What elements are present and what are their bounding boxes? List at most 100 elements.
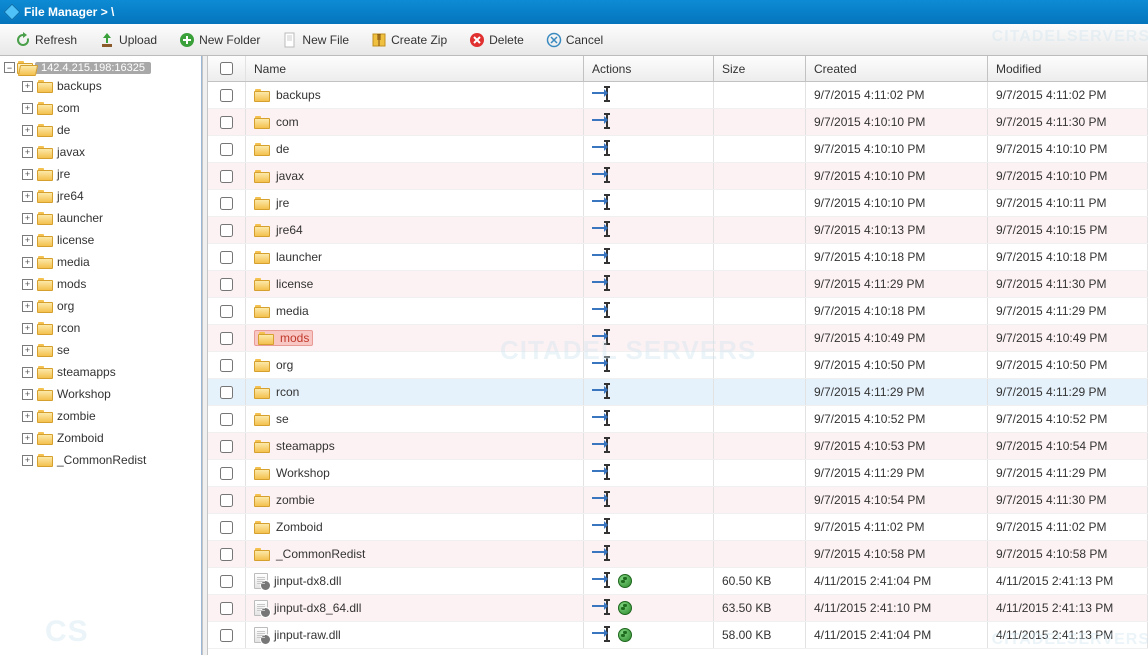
table-row[interactable]: jre649/7/2015 4:10:13 PM9/7/2015 4:10:15… — [208, 217, 1148, 244]
row-checkbox[interactable] — [220, 629, 233, 642]
row-checkbox[interactable] — [220, 278, 233, 291]
row-checkbox[interactable] — [220, 467, 233, 480]
rename-action-icon[interactable] — [592, 196, 614, 210]
expand-icon[interactable]: + — [22, 213, 33, 224]
expand-icon[interactable]: + — [22, 455, 33, 466]
rename-action-icon[interactable] — [592, 115, 614, 129]
tree-item[interactable]: +se — [2, 339, 199, 361]
expand-icon[interactable]: + — [22, 125, 33, 136]
expand-icon[interactable]: + — [22, 235, 33, 246]
new-file-button[interactable]: New File — [273, 28, 358, 52]
table-row[interactable]: zombie9/7/2015 4:10:54 PM9/7/2015 4:11:3… — [208, 487, 1148, 514]
row-checkbox[interactable] — [220, 224, 233, 237]
tree-item[interactable]: +mods — [2, 273, 199, 295]
header-actions[interactable]: Actions — [584, 56, 714, 81]
row-checkbox[interactable] — [220, 89, 233, 102]
row-checkbox[interactable] — [220, 359, 233, 372]
rename-action-icon[interactable] — [592, 223, 614, 237]
tree-item[interactable]: +Workshop — [2, 383, 199, 405]
table-row[interactable]: Zomboid9/7/2015 4:11:02 PM9/7/2015 4:11:… — [208, 514, 1148, 541]
download-action-icon[interactable] — [618, 628, 632, 642]
table-row[interactable]: javax9/7/2015 4:10:10 PM9/7/2015 4:10:10… — [208, 163, 1148, 190]
select-all-checkbox[interactable] — [220, 62, 233, 75]
table-row[interactable]: license9/7/2015 4:11:29 PM9/7/2015 4:11:… — [208, 271, 1148, 298]
rename-action-icon[interactable] — [592, 493, 614, 507]
table-row[interactable]: org9/7/2015 4:10:50 PM9/7/2015 4:10:50 P… — [208, 352, 1148, 379]
rename-action-icon[interactable] — [592, 601, 614, 615]
tree-item[interactable]: +org — [2, 295, 199, 317]
tree-item[interactable]: +steamapps — [2, 361, 199, 383]
rename-action-icon[interactable] — [592, 331, 614, 345]
expand-icon[interactable]: + — [22, 169, 33, 180]
rename-action-icon[interactable] — [592, 547, 614, 561]
delete-button[interactable]: Delete — [460, 28, 533, 52]
collapse-icon[interactable]: − — [4, 62, 15, 73]
tree-item[interactable]: +jre64 — [2, 185, 199, 207]
tree-item[interactable]: +rcon — [2, 317, 199, 339]
expand-icon[interactable]: + — [22, 433, 33, 444]
table-row[interactable]: mods9/7/2015 4:10:49 PM9/7/2015 4:10:49 … — [208, 325, 1148, 352]
tree-item[interactable]: +backups — [2, 75, 199, 97]
expand-icon[interactable]: + — [22, 345, 33, 356]
row-checkbox[interactable] — [220, 575, 233, 588]
expand-icon[interactable]: + — [22, 147, 33, 158]
rename-action-icon[interactable] — [592, 439, 614, 453]
new-folder-button[interactable]: New Folder — [170, 28, 269, 52]
row-checkbox[interactable] — [220, 413, 233, 426]
header-modified[interactable]: Modified — [988, 56, 1148, 81]
header-name[interactable]: Name — [246, 56, 584, 81]
row-checkbox[interactable] — [220, 116, 233, 129]
table-row[interactable]: steamapps9/7/2015 4:10:53 PM9/7/2015 4:1… — [208, 433, 1148, 460]
tree-item[interactable]: +com — [2, 97, 199, 119]
row-checkbox[interactable] — [220, 602, 233, 615]
tree-item[interactable]: +de — [2, 119, 199, 141]
row-checkbox[interactable] — [220, 332, 233, 345]
header-size[interactable]: Size — [714, 56, 806, 81]
row-checkbox[interactable] — [220, 521, 233, 534]
tree-item[interactable]: +jre — [2, 163, 199, 185]
expand-icon[interactable]: + — [22, 301, 33, 312]
tree-item[interactable]: +launcher — [2, 207, 199, 229]
expand-icon[interactable]: + — [22, 81, 33, 92]
row-checkbox[interactable] — [220, 494, 233, 507]
header-checkbox-cell[interactable] — [208, 56, 246, 81]
table-row[interactable]: de9/7/2015 4:10:10 PM9/7/2015 4:10:10 PM — [208, 136, 1148, 163]
rename-action-icon[interactable] — [592, 88, 614, 102]
create-zip-button[interactable]: Create Zip — [362, 28, 456, 52]
row-checkbox[interactable] — [220, 170, 233, 183]
rename-action-icon[interactable] — [592, 142, 614, 156]
expand-icon[interactable]: + — [22, 411, 33, 422]
table-row[interactable]: backups9/7/2015 4:11:02 PM9/7/2015 4:11:… — [208, 82, 1148, 109]
rename-action-icon[interactable] — [592, 169, 614, 183]
upload-button[interactable]: Upload — [90, 28, 166, 52]
row-checkbox[interactable] — [220, 386, 233, 399]
download-action-icon[interactable] — [618, 574, 632, 588]
table-row[interactable]: jinput-dx8_64.dll63.50 KB4/11/2015 2:41:… — [208, 595, 1148, 622]
expand-icon[interactable]: + — [22, 279, 33, 290]
row-checkbox[interactable] — [220, 143, 233, 156]
tree-item[interactable]: +javax — [2, 141, 199, 163]
table-row[interactable]: jre9/7/2015 4:10:10 PM9/7/2015 4:10:11 P… — [208, 190, 1148, 217]
rename-action-icon[interactable] — [592, 628, 614, 642]
row-checkbox[interactable] — [220, 440, 233, 453]
table-row[interactable]: jinput-raw.dll58.00 KB4/11/2015 2:41:04 … — [208, 622, 1148, 649]
folder-tree-sidebar[interactable]: − 142.4.215.198:16325 +backups+com+de+ja… — [0, 56, 202, 655]
tree-item[interactable]: +zombie — [2, 405, 199, 427]
rename-action-icon[interactable] — [592, 250, 614, 264]
header-created[interactable]: Created — [806, 56, 988, 81]
tree-root-node[interactable]: − 142.4.215.198:16325 — [2, 60, 199, 75]
download-action-icon[interactable] — [618, 601, 632, 615]
tree-item[interactable]: +license — [2, 229, 199, 251]
rename-action-icon[interactable] — [592, 277, 614, 291]
rename-action-icon[interactable] — [592, 520, 614, 534]
tree-item[interactable]: +Zomboid — [2, 427, 199, 449]
tree-item[interactable]: +_CommonRedist — [2, 449, 199, 471]
table-row[interactable]: Workshop9/7/2015 4:11:29 PM9/7/2015 4:11… — [208, 460, 1148, 487]
expand-icon[interactable]: + — [22, 257, 33, 268]
rename-action-icon[interactable] — [592, 412, 614, 426]
cancel-button[interactable]: Cancel — [537, 28, 612, 52]
table-row[interactable]: jinput-dx8.dll60.50 KB4/11/2015 2:41:04 … — [208, 568, 1148, 595]
row-checkbox[interactable] — [220, 548, 233, 561]
expand-icon[interactable]: + — [22, 103, 33, 114]
expand-icon[interactable]: + — [22, 323, 33, 334]
